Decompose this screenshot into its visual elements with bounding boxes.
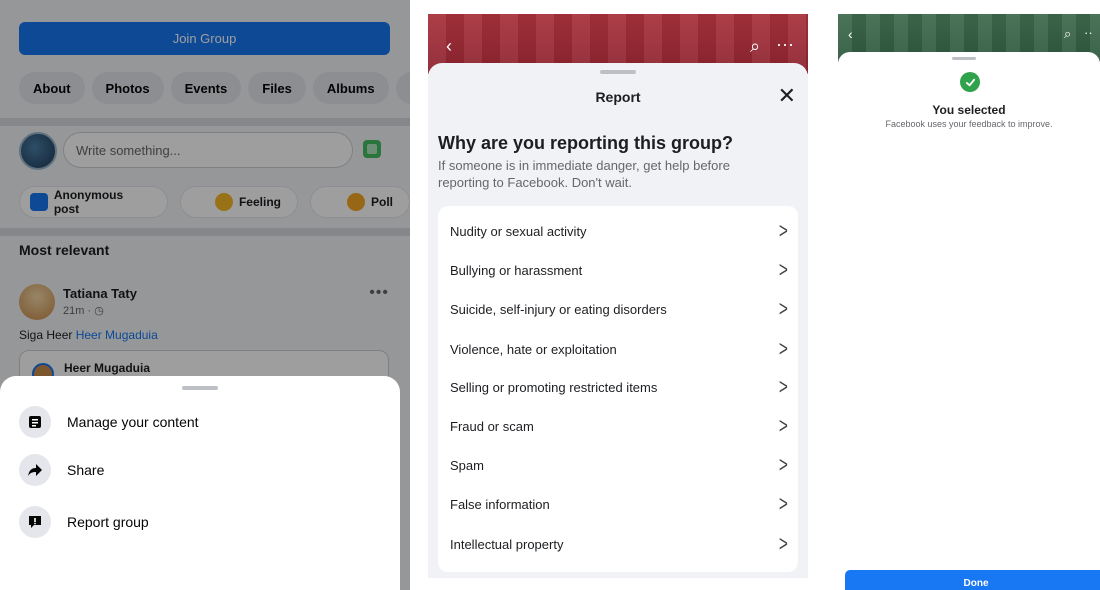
report-option[interactable]: False information > bbox=[450, 485, 790, 523]
report-option-label: Spam bbox=[450, 457, 484, 473]
chevron-right-icon: > bbox=[779, 374, 789, 399]
chevron-right-icon: > bbox=[779, 491, 789, 516]
menu-item-share[interactable]: Share bbox=[19, 454, 104, 486]
menu-item-report-group[interactable]: Report group bbox=[19, 506, 149, 538]
confirmation-sheet: You selected Facebook uses your feedback… bbox=[838, 52, 1100, 590]
report-option[interactable]: Fraud or scam > bbox=[450, 407, 790, 445]
sheet-grabber[interactable] bbox=[952, 57, 976, 60]
report-icon bbox=[19, 506, 51, 538]
menu-item-manage-content[interactable]: Manage your content bbox=[19, 406, 199, 438]
back-icon[interactable]: ‹ bbox=[848, 26, 853, 42]
report-panel: ‹ ⌕ ··· Report ✕ Why are you reporting t… bbox=[428, 14, 808, 578]
sheet-grabber[interactable] bbox=[600, 70, 636, 74]
report-option-label: Violence, hate or exploitation bbox=[450, 341, 617, 357]
search-icon[interactable]: ⌕ bbox=[750, 36, 760, 57]
report-option-label: False information bbox=[450, 496, 550, 512]
group-options-sheet: Manage your content Share Report group bbox=[0, 376, 400, 590]
report-option[interactable]: Violence, hate or exploitation > bbox=[450, 330, 790, 368]
share-icon bbox=[19, 454, 51, 486]
selection-subtitle: Facebook uses your feedback to improve. bbox=[885, 119, 1053, 129]
report-subtitle: If someone is in immediate danger, get h… bbox=[438, 158, 730, 190]
more-icon[interactable]: ·· bbox=[1084, 25, 1093, 40]
close-icon[interactable]: ✕ bbox=[778, 83, 796, 109]
menu-item-label: Manage your content bbox=[67, 414, 199, 430]
menu-item-label: Report group bbox=[67, 514, 149, 530]
report-option[interactable]: Suicide, self-injury or eating disorders… bbox=[450, 290, 790, 328]
confirmation-panel: ‹ ⌕ ·· You selected Facebook uses your f… bbox=[838, 14, 1100, 590]
search-icon[interactable]: ⌕ bbox=[1064, 26, 1071, 42]
report-question: Why are you reporting this group? bbox=[438, 133, 734, 153]
report-option[interactable]: Intellectual property > bbox=[450, 525, 790, 563]
chevron-right-icon: > bbox=[779, 531, 789, 556]
done-button[interactable]: Done bbox=[845, 570, 1100, 590]
report-option[interactable]: Selling or promoting restricted items > bbox=[450, 368, 790, 406]
chevron-right-icon: > bbox=[779, 218, 789, 243]
menu-item-label: Share bbox=[67, 462, 105, 478]
report-option-label: Suicide, self-injury or eating disorders bbox=[450, 301, 667, 317]
check-circle-icon bbox=[960, 72, 980, 92]
report-option-label: Bullying or harassment bbox=[450, 262, 583, 278]
report-option[interactable]: Nudity or sexual activity > bbox=[450, 212, 790, 250]
chevron-right-icon: > bbox=[779, 452, 789, 477]
report-option-label: Selling or promoting restricted items bbox=[450, 379, 658, 395]
selection-title: You selected bbox=[932, 103, 1006, 117]
group-page-panel: Join Group About Photos Events Files Alb… bbox=[0, 0, 410, 590]
more-icon[interactable]: ··· bbox=[776, 34, 794, 55]
report-sheet: Report ✕ Why are you reporting this grou… bbox=[428, 63, 808, 578]
back-icon[interactable]: ‹ bbox=[446, 36, 452, 57]
manage-content-icon bbox=[19, 406, 51, 438]
report-option-label: Nudity or sexual activity bbox=[450, 223, 587, 239]
chevron-right-icon: > bbox=[779, 413, 789, 438]
sheet-grabber[interactable] bbox=[182, 386, 218, 390]
report-options-list: Nudity or sexual activity > Bullying or h… bbox=[438, 206, 798, 572]
report-option-label: Intellectual property bbox=[450, 536, 564, 552]
report-option[interactable]: Spam > bbox=[450, 446, 790, 484]
chevron-right-icon: > bbox=[779, 296, 789, 321]
chevron-right-icon: > bbox=[779, 336, 789, 361]
report-option-label: Fraud or scam bbox=[450, 418, 534, 434]
chevron-right-icon: > bbox=[779, 257, 789, 282]
report-option[interactable]: Bullying or harassment > bbox=[450, 251, 790, 289]
report-title: Report bbox=[595, 89, 641, 105]
